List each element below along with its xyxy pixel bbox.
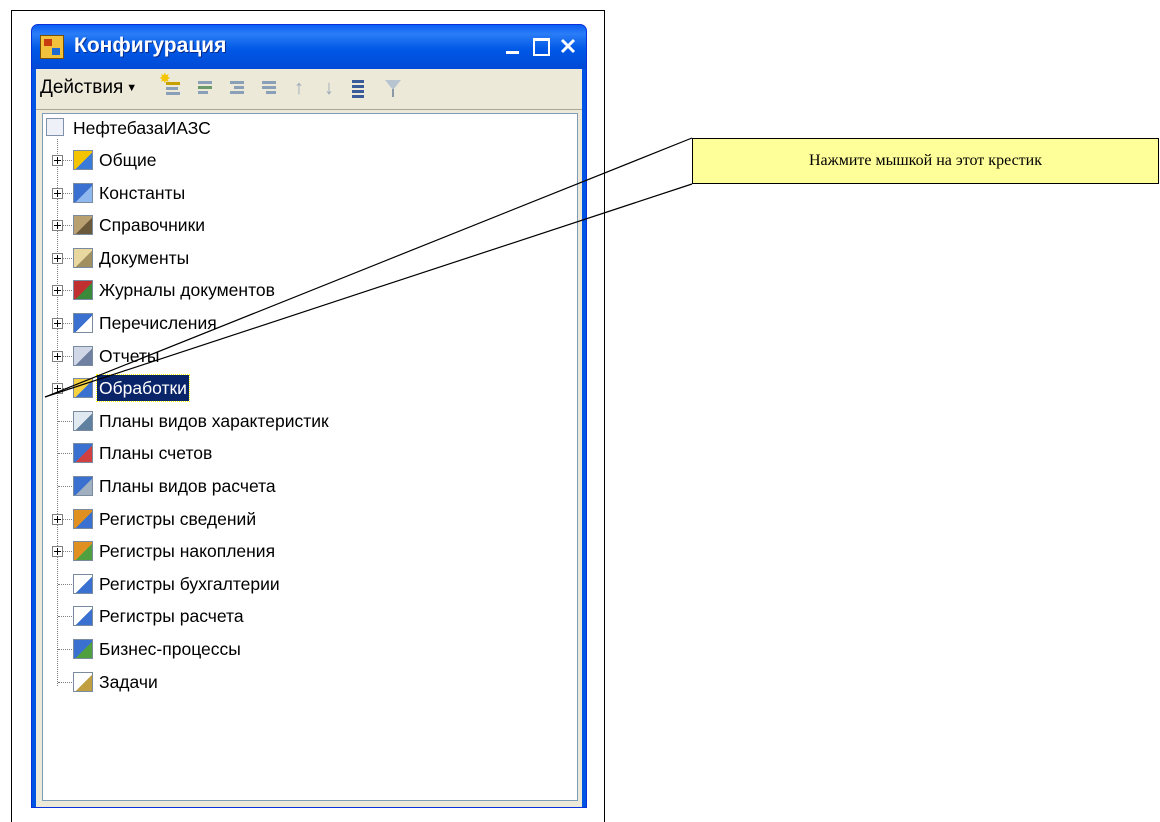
pointer-line-lower — [44, 183, 693, 398]
pointer-line-upper — [44, 137, 693, 398]
callout-pointer — [44, 137, 693, 398]
